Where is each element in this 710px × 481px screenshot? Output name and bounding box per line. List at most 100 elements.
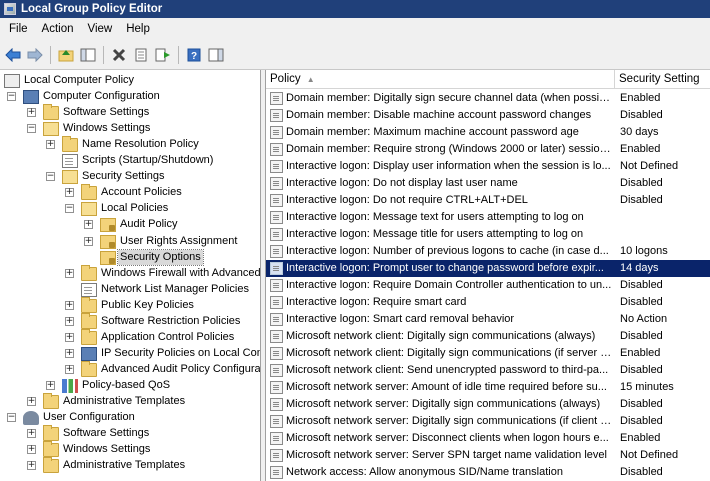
tree-node-label[interactable]: Advanced Audit Policy Configura xyxy=(99,362,260,377)
tree-node[interactable]: Network List Manager Policies xyxy=(0,282,260,298)
policy-row[interactable]: Interactive logon: Message text for user… xyxy=(266,209,710,226)
expand-icon[interactable]: + xyxy=(65,300,74,310)
tree-node[interactable]: − Local Policies xyxy=(0,201,260,217)
policy-row[interactable]: Interactive logon: Do not display last u… xyxy=(266,175,710,192)
expand-icon[interactable]: + xyxy=(46,140,55,150)
tree-node-label[interactable]: Security Settings xyxy=(80,169,167,184)
tree-node-label[interactable]: Windows Settings xyxy=(61,442,152,457)
expand-icon[interactable]: + xyxy=(46,380,55,390)
policy-row[interactable]: Microsoft network server: Server SPN tar… xyxy=(266,447,710,464)
tree-node-label[interactable]: Windows Firewall with Advanced xyxy=(99,266,260,281)
tree-node[interactable]: + User Rights Assignment xyxy=(0,234,260,250)
tree-node[interactable]: Scripts (Startup/Shutdown) xyxy=(0,153,260,169)
policy-row[interactable]: Interactive logon: Smart card removal be… xyxy=(266,311,710,328)
tree-node[interactable]: + Software Settings xyxy=(0,104,260,121)
policy-row[interactable]: Microsoft network client: Digitally sign… xyxy=(266,345,710,362)
tree-node-label[interactable]: Local Computer Policy xyxy=(22,73,136,88)
tree-node[interactable]: + Account Policies xyxy=(0,184,260,201)
menu-file[interactable]: File xyxy=(2,19,35,39)
policy-row[interactable]: Domain member: Disable machine account p… xyxy=(266,107,710,124)
policy-list[interactable]: Policy ▲ Security Setting Domain member: … xyxy=(265,70,710,481)
tree-node-label[interactable]: Name Resolution Policy xyxy=(80,137,201,152)
policy-row[interactable]: Domain member: Digitally sign secure cha… xyxy=(266,90,710,107)
policy-row[interactable]: Interactive logon: Do not require CTRL+A… xyxy=(266,192,710,209)
expand-icon[interactable]: + xyxy=(65,188,74,198)
tree-node[interactable]: − Windows Settings xyxy=(0,121,260,137)
menu-action[interactable]: Action xyxy=(35,19,81,39)
policy-row[interactable]: Interactive logon: Prompt user to change… xyxy=(266,260,710,277)
tree-node-label[interactable]: Windows Settings xyxy=(61,121,152,136)
tree-node-label[interactable]: Software Settings xyxy=(61,105,151,120)
console-tree[interactable]: Local Computer Policy − Computer Configura… xyxy=(0,70,261,481)
policy-row[interactable]: Domain member: Require strong (Windows 2… xyxy=(266,141,710,158)
tree-node-label[interactable]: Administrative Templates xyxy=(61,394,187,409)
forward-arrow-icon[interactable] xyxy=(25,45,45,65)
delete-icon[interactable] xyxy=(109,45,129,65)
tree-node[interactable]: + Application Control Policies xyxy=(0,328,260,346)
policy-row[interactable]: Microsoft network client: Send unencrypt… xyxy=(266,362,710,379)
help-icon[interactable]: ? xyxy=(184,45,204,65)
expand-icon[interactable]: + xyxy=(84,236,93,246)
tree-node-label[interactable]: Policy-based QoS xyxy=(80,378,172,393)
policy-row[interactable]: Interactive logon: Message title for use… xyxy=(266,226,710,243)
tree-node-label[interactable]: Application Control Policies xyxy=(99,330,236,345)
tree-node-label[interactable]: Network List Manager Policies xyxy=(99,282,251,297)
tree-node-label[interactable]: Security Options xyxy=(117,248,204,266)
tree-node-label[interactable]: Account Policies xyxy=(99,185,184,200)
policy-row[interactable]: Network access: Allow anonymous SID/Name… xyxy=(266,464,710,481)
tree-node[interactable]: + Policy-based QoS xyxy=(0,378,260,394)
collapse-icon[interactable]: − xyxy=(46,172,55,182)
tree-node[interactable]: + Public Key Policies xyxy=(0,296,260,314)
expand-icon[interactable]: + xyxy=(27,108,36,118)
expand-icon[interactable]: + xyxy=(65,364,74,374)
column-header-policy[interactable]: Policy ▲ xyxy=(266,70,615,89)
properties-icon[interactable] xyxy=(131,45,151,65)
back-arrow-icon[interactable] xyxy=(3,45,23,65)
expand-icon[interactable]: + xyxy=(65,348,74,358)
tree-node-label[interactable]: IP Security Policies on Local Comp xyxy=(99,346,260,361)
tree-node-label[interactable]: Software Restriction Policies xyxy=(99,314,242,329)
tree-node[interactable]: − User Configuration xyxy=(0,410,260,426)
expand-icon[interactable]: + xyxy=(27,429,36,439)
collapse-icon[interactable]: − xyxy=(27,124,36,134)
tree-node[interactable]: + Windows Settings xyxy=(0,441,260,458)
tree-node[interactable]: + Windows Firewall with Advanced xyxy=(0,264,260,282)
tree-node[interactable]: + Administrative Templates xyxy=(0,393,260,410)
policy-row[interactable]: Microsoft network server: Digitally sign… xyxy=(266,413,710,430)
tree-node-label[interactable]: Administrative Templates xyxy=(61,458,187,473)
collapse-icon[interactable]: − xyxy=(65,204,74,214)
tree-node-label[interactable]: Public Key Policies xyxy=(99,298,196,313)
tree-node[interactable]: + Audit Policy xyxy=(0,217,260,233)
expand-icon[interactable]: + xyxy=(65,316,74,326)
menu-help[interactable]: Help xyxy=(119,19,157,39)
tree-node-label[interactable]: Scripts (Startup/Shutdown) xyxy=(80,153,215,168)
tree-node[interactable]: + Administrative Templates xyxy=(0,457,260,474)
tree-node[interactable]: − Security Settings xyxy=(0,169,260,185)
policy-row[interactable]: Microsoft network server: Amount of idle… xyxy=(266,379,710,396)
expand-icon[interactable]: + xyxy=(84,220,93,230)
policy-row[interactable]: Interactive logon: Require smart card Dis… xyxy=(266,294,710,311)
expand-icon[interactable]: + xyxy=(27,397,36,406)
tree-node-label[interactable]: Audit Policy xyxy=(118,217,179,232)
policy-row[interactable]: Microsoft network server: Digitally sign… xyxy=(266,396,710,413)
policy-row[interactable]: Interactive logon: Display user informat… xyxy=(266,158,710,175)
expand-icon[interactable]: + xyxy=(27,461,36,471)
column-header-security-setting[interactable]: Security Setting xyxy=(615,70,710,89)
tree-node[interactable]: Security Options xyxy=(0,248,260,266)
tree-node[interactable]: + Software Settings xyxy=(0,425,260,442)
expand-icon[interactable]: + xyxy=(65,268,74,278)
tree-node[interactable]: Local Computer Policy xyxy=(0,73,260,89)
tree-node[interactable]: + Software Restriction Policies xyxy=(0,312,260,330)
tree-node[interactable]: + Name Resolution Policy xyxy=(0,136,260,153)
policy-row[interactable]: Domain member: Maximum machine account p… xyxy=(266,124,710,141)
show-hide-tree-icon[interactable] xyxy=(78,45,98,65)
policy-row[interactable]: Interactive logon: Number of previous lo… xyxy=(266,243,710,260)
tree-node-label[interactable]: User Rights Assignment xyxy=(118,234,239,249)
expand-icon[interactable]: + xyxy=(65,332,74,342)
tree-node-label[interactable]: Software Settings xyxy=(61,426,151,441)
tree-node[interactable]: + Advanced Audit Policy Configura xyxy=(0,360,260,378)
expand-icon[interactable]: + xyxy=(27,445,36,455)
tree-node-label[interactable]: Computer Configuration xyxy=(41,89,162,104)
collapse-icon[interactable]: − xyxy=(7,92,16,102)
policy-row[interactable]: Microsoft network server: Disconnect cli… xyxy=(266,430,710,447)
